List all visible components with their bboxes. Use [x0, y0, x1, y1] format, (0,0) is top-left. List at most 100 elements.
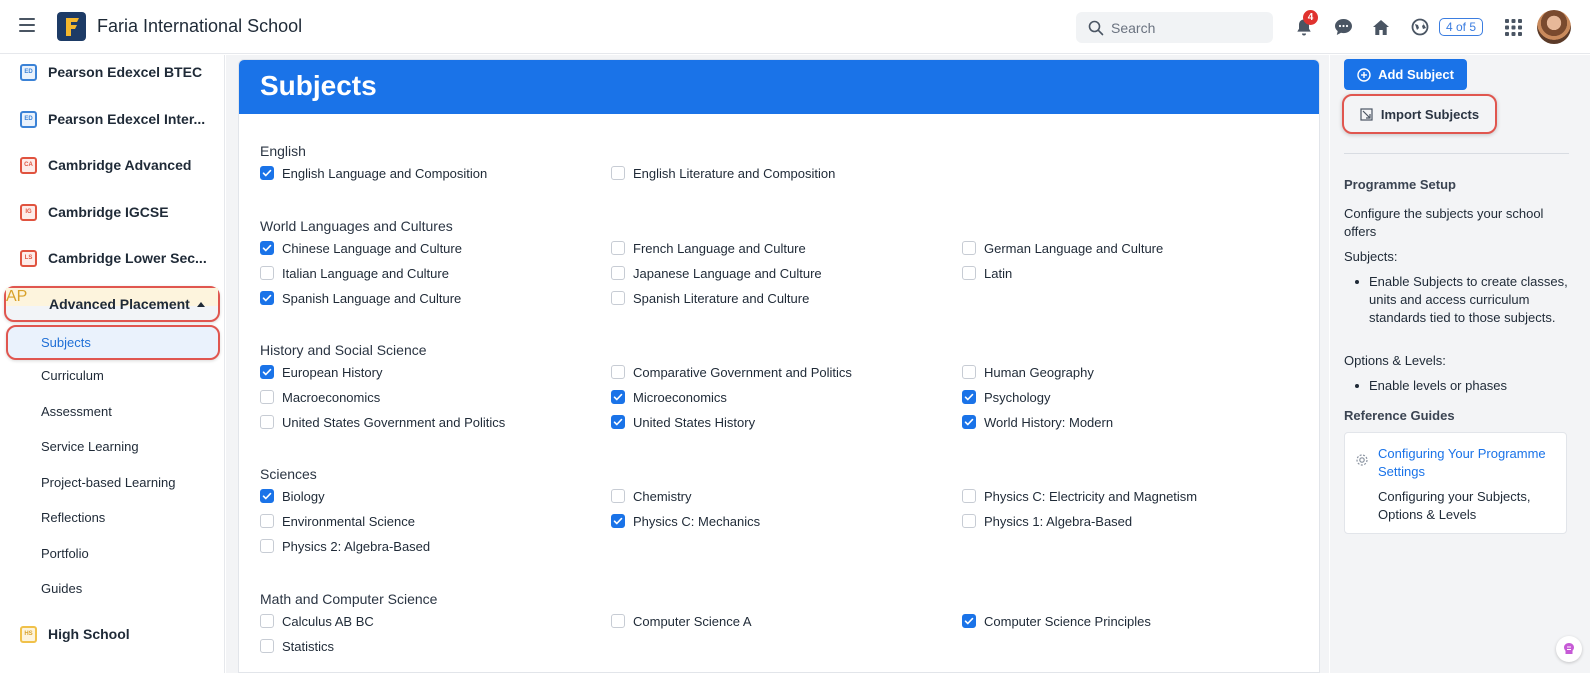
subject-checkbox-item[interactable]: English Language and Composition: [260, 164, 487, 182]
guide-card[interactable]: Configuring Your Programme Settings Conf…: [1344, 432, 1567, 534]
chat-icon[interactable]: [1332, 16, 1354, 38]
subject-checkbox-item[interactable]: Human Geography: [962, 363, 1094, 381]
checkbox[interactable]: [611, 266, 625, 280]
checkbox[interactable]: [260, 614, 274, 628]
subject-checkbox-item[interactable]: Japanese Language and Culture: [611, 264, 822, 282]
sidebar-item-high-school[interactable]: HS High School: [0, 614, 225, 654]
home-icon[interactable]: [1370, 16, 1392, 38]
subject-checkbox-item[interactable]: Computer Science Principles: [962, 612, 1151, 630]
school-logo[interactable]: [57, 12, 86, 41]
checkbox[interactable]: [611, 365, 625, 379]
checkbox[interactable]: [611, 489, 625, 503]
checkbox-checked[interactable]: [962, 614, 976, 628]
checkbox-checked[interactable]: [611, 390, 625, 404]
subject-checkbox-item[interactable]: Comparative Government and Politics: [611, 363, 852, 381]
school-name[interactable]: Faria International School: [97, 16, 302, 37]
subject-checkbox-item[interactable]: Psychology: [962, 388, 1050, 406]
bullet: [1355, 280, 1359, 284]
globe-icon[interactable]: [1409, 16, 1431, 38]
checkbox[interactable]: [260, 639, 274, 653]
sidebar-subitem-assessment[interactable]: Assessment: [41, 404, 112, 419]
checkbox[interactable]: [260, 390, 274, 404]
subject-checkbox-item[interactable]: Microeconomics: [611, 388, 727, 406]
sidebar-subitem-curriculum[interactable]: Curriculum: [41, 368, 104, 383]
checkbox[interactable]: [611, 166, 625, 180]
sidebar-subitem-project-based-learning[interactable]: Project-based Learning: [41, 475, 175, 490]
subject-checkbox-item[interactable]: Spanish Language and Culture: [260, 289, 461, 307]
menu-icon[interactable]: [19, 18, 35, 32]
sidebar: ED Pearson Edexcel BTEC ED Pearson Edexc…: [0, 55, 225, 673]
guide-link[interactable]: Configuring Your Programme Settings: [1378, 445, 1563, 481]
checkbox[interactable]: [962, 241, 976, 255]
checkbox[interactable]: [260, 514, 274, 528]
avatar[interactable]: [1537, 10, 1571, 44]
pager-pill[interactable]: 4 of 5: [1439, 18, 1483, 36]
checkbox-checked[interactable]: [611, 514, 625, 528]
checkbox[interactable]: [611, 291, 625, 305]
sidebar-item-pearson-international[interactable]: ED Pearson Edexcel Inter...: [0, 99, 225, 139]
subject-label: Comparative Government and Politics: [633, 364, 852, 380]
subject-checkbox-item[interactable]: Physics 2: Algebra-Based: [260, 537, 430, 555]
subject-checkbox-item[interactable]: Spanish Literature and Culture: [611, 289, 809, 307]
checkbox[interactable]: [962, 514, 976, 528]
subject-checkbox-item[interactable]: Macroeconomics: [260, 388, 380, 406]
options-label: Options & Levels:: [1344, 353, 1446, 368]
subject-checkbox-item[interactable]: English Literature and Composition: [611, 164, 835, 182]
checkbox-checked[interactable]: [611, 415, 625, 429]
subject-checkbox-item[interactable]: German Language and Culture: [962, 239, 1163, 257]
checkbox-checked[interactable]: [260, 166, 274, 180]
apps-grid-icon[interactable]: [1502, 16, 1524, 38]
subject-checkbox-item[interactable]: European History: [260, 363, 382, 381]
checkbox[interactable]: [260, 266, 274, 280]
sidebar-item-pearson-btec[interactable]: ED Pearson Edexcel BTEC: [0, 52, 225, 92]
checkbox[interactable]: [260, 415, 274, 429]
sidebar-subitem-portfolio[interactable]: Portfolio: [41, 546, 89, 561]
subject-checkbox-item[interactable]: Italian Language and Culture: [260, 264, 449, 282]
sidebar-item-cambridge-advanced[interactable]: CA Cambridge Advanced: [0, 145, 225, 185]
checkbox-checked[interactable]: [260, 489, 274, 503]
programme-icon: IG: [20, 203, 37, 221]
checkbox[interactable]: [260, 539, 274, 553]
subject-label: United States History: [633, 414, 756, 430]
divider: [1344, 153, 1569, 154]
checkbox[interactable]: [611, 614, 625, 628]
subject-checkbox-item[interactable]: Chemistry: [611, 487, 692, 505]
checkbox-checked[interactable]: [962, 415, 976, 429]
checkbox-checked[interactable]: [260, 365, 274, 379]
checkbox-checked[interactable]: [260, 291, 274, 305]
subject-checkbox-item[interactable]: Physics C: Electricity and Magnetism: [962, 487, 1197, 505]
sidebar-item-cambridge-lower-secondary[interactable]: LS Cambridge Lower Sec...: [0, 238, 225, 278]
add-subject-button[interactable]: Add Subject: [1344, 59, 1467, 90]
assistant-icon[interactable]: [1556, 636, 1582, 662]
checkbox-checked[interactable]: [962, 390, 976, 404]
subject-checkbox-item[interactable]: United States Government and Politics: [260, 413, 505, 431]
search-input[interactable]: Search: [1076, 12, 1273, 43]
sidebar-subitem-reflections[interactable]: Reflections: [41, 510, 105, 525]
import-subjects-button[interactable]: Import Subjects: [1342, 94, 1497, 134]
subject-checkbox-item[interactable]: Computer Science A: [611, 612, 752, 630]
checkbox[interactable]: [962, 365, 976, 379]
subject-checkbox-item[interactable]: United States History: [611, 413, 755, 431]
subject-checkbox-item[interactable]: Statistics: [260, 637, 334, 655]
checkbox[interactable]: [962, 266, 976, 280]
subject-checkbox-item[interactable]: Latin: [962, 264, 1012, 282]
subject-checkbox-item[interactable]: Calculus AB BC: [260, 612, 374, 630]
chevron-up-icon[interactable]: [197, 302, 205, 307]
subject-checkbox-item[interactable]: World History: Modern: [962, 413, 1113, 431]
programme-icon: HS: [20, 625, 37, 643]
subject-checkbox-item[interactable]: Chinese Language and Culture: [260, 239, 462, 257]
subject-checkbox-item[interactable]: Physics 1: Algebra-Based: [962, 512, 1132, 530]
checkbox[interactable]: [611, 241, 625, 255]
checkbox[interactable]: [962, 489, 976, 503]
subject-checkbox-item[interactable]: French Language and Culture: [611, 239, 806, 257]
subject-checkbox-item[interactable]: Biology: [260, 487, 325, 505]
subject-checkbox-item[interactable]: Environmental Science: [260, 512, 415, 530]
sidebar-subitem-service-learning[interactable]: Service Learning: [41, 439, 139, 454]
sidebar-item-cambridge-igcse[interactable]: IG Cambridge IGCSE: [0, 192, 225, 232]
checkbox-checked[interactable]: [260, 241, 274, 255]
subject-label: Chinese Language and Culture: [282, 240, 462, 256]
sidebar-subitem-subjects[interactable]: Subjects: [6, 325, 220, 360]
sidebar-item-advanced-placement[interactable]: AP Advanced Placement: [4, 286, 220, 322]
subject-checkbox-item[interactable]: Physics C: Mechanics: [611, 512, 760, 530]
sidebar-subitem-guides[interactable]: Guides: [41, 581, 82, 596]
